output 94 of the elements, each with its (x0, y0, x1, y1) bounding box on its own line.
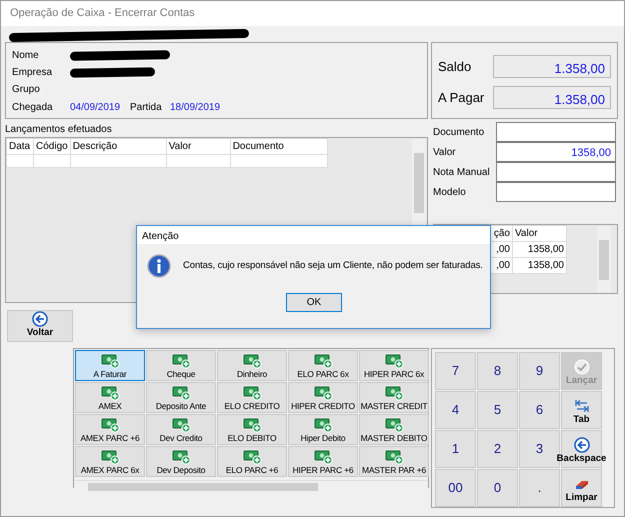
total-value: 1.358,00 (493, 86, 611, 109)
column-header: Valor (515, 228, 538, 239)
column-header: Código (34, 138, 70, 154)
scrollbar[interactable] (74, 480, 428, 492)
payment-method-button[interactable]: ELO DEBITO (217, 414, 287, 445)
dialog-title: Atenção (142, 231, 179, 242)
total-label: A Pagar (438, 88, 484, 107)
money-icon (384, 417, 404, 433)
money-icon (172, 449, 190, 465)
money-icon (100, 449, 120, 465)
payment-method-button[interactable]: MASTER CREDIT (359, 382, 429, 413)
dialog-message: Contas, cujo responsável não seja um Cliente, não podem ser faturadas. (183, 258, 483, 273)
payment-method-button[interactable]: Dinheiro (217, 350, 287, 381)
tab-arrows-icon (574, 398, 590, 414)
window-title: Operação de Caixa - Encerrar Contas (10, 6, 195, 22)
money-icon (314, 449, 332, 465)
field-label: Documento (433, 126, 484, 140)
input-field[interactable] (496, 162, 616, 182)
money-icon (314, 385, 332, 401)
total-label: Saldo (438, 58, 472, 76)
payment-method-button[interactable]: HIPER PARC +6 (288, 446, 358, 477)
input-field[interactable] (496, 122, 616, 142)
keypad-key[interactable]: 1 (435, 430, 476, 468)
keypad-key[interactable]: 2 (477, 430, 518, 468)
field-label: Partida (130, 101, 163, 115)
money-icon (242, 449, 262, 465)
money-icon (172, 417, 190, 433)
payment-method-button[interactable]: ELO PARC +6 (217, 446, 287, 477)
field-label: Empresa (12, 66, 54, 80)
table-cell: 1358,00 (528, 244, 564, 255)
money-icon (384, 353, 404, 369)
table-cell: ,00 (496, 244, 510, 255)
total-value: 1.358,00 (493, 55, 611, 78)
info-icon (147, 254, 171, 278)
payment-method-button[interactable]: Cheque (146, 350, 216, 381)
money-icon (242, 353, 262, 369)
payment-method-button[interactable]: A Faturar (75, 350, 145, 381)
field-label: Modelo (433, 186, 466, 200)
keypad-key[interactable]: 9 (519, 352, 560, 390)
keypad-key[interactable]: 7 (435, 352, 476, 390)
date-value: 18/09/2019 (170, 101, 220, 115)
money-icon (314, 417, 332, 433)
keypad-key[interactable]: 8 (477, 352, 518, 390)
check-icon (574, 359, 590, 375)
payment-method-button[interactable]: HIPER PARC 6x (359, 350, 429, 381)
table-cell: ,00 (496, 260, 510, 271)
payment-method-button[interactable]: AMEX (75, 382, 145, 413)
money-icon (100, 353, 120, 369)
money-icon (100, 417, 120, 433)
money-icon (384, 449, 404, 465)
payment-method-button[interactable]: Deposito Ante (146, 382, 216, 413)
table-cell: 1358,00 (528, 260, 564, 271)
ok-button[interactable]: OK (286, 293, 342, 312)
keypad-key[interactable]: 00 (435, 469, 476, 507)
payment-method-button[interactable]: AMEX PARC +6 (75, 414, 145, 445)
input-field[interactable] (496, 182, 616, 202)
keypad-key[interactable]: 6 (519, 391, 560, 429)
payment-method-button[interactable]: MASTER PAR +6 (359, 446, 429, 477)
field-label: Chegada (12, 101, 54, 115)
payment-method-button[interactable]: MASTER DEBITO (359, 414, 429, 445)
keypad-key[interactable]: Tab (561, 391, 602, 429)
column-header: Documento (230, 138, 328, 154)
keypad-key[interactable]: Limpar (561, 469, 602, 507)
column-header: Valor (166, 138, 230, 154)
scrollbar[interactable] (597, 226, 611, 292)
money-icon (172, 353, 190, 369)
money-icon (242, 417, 262, 433)
money-icon (384, 385, 404, 401)
field-label: Nota Manual (433, 166, 490, 180)
keypad-key[interactable]: 4 (435, 391, 476, 429)
keypad-key[interactable]: . (519, 469, 560, 507)
money-icon (314, 353, 332, 369)
keypad-key[interactable]: 5 (477, 391, 518, 429)
column-header: Descrição (70, 138, 166, 154)
date-value: 04/09/2019 (70, 101, 122, 115)
back-button[interactable]: Voltar (7, 310, 73, 342)
payment-method-button[interactable]: ELO PARC 6x (288, 350, 358, 381)
column-header: ção (494, 228, 510, 239)
payment-method-button[interactable]: ELO CREDITO (217, 382, 287, 413)
payment-method-button[interactable]: AMEX PARC 6x (75, 446, 145, 477)
payment-method-button[interactable]: Dev Deposito (146, 446, 216, 477)
keypad-key[interactable]: 0 (477, 469, 518, 507)
column-header: Data (6, 138, 34, 154)
field-label: Nome (12, 49, 40, 63)
money-icon (172, 385, 190, 401)
field-label: Grupo (12, 83, 41, 97)
payment-method-button[interactable]: Hiper Debito (288, 414, 358, 445)
payment-method-button[interactable]: HIPER CREDITO (288, 382, 358, 413)
input-field[interactable]: 1358,00 (496, 142, 616, 162)
section-title: Lançamentos efetuados (5, 124, 112, 135)
money-icon (100, 385, 120, 401)
field-label: Valor (433, 146, 456, 160)
money-icon (242, 385, 262, 401)
payment-method-button[interactable]: Dev Credito (146, 414, 216, 445)
